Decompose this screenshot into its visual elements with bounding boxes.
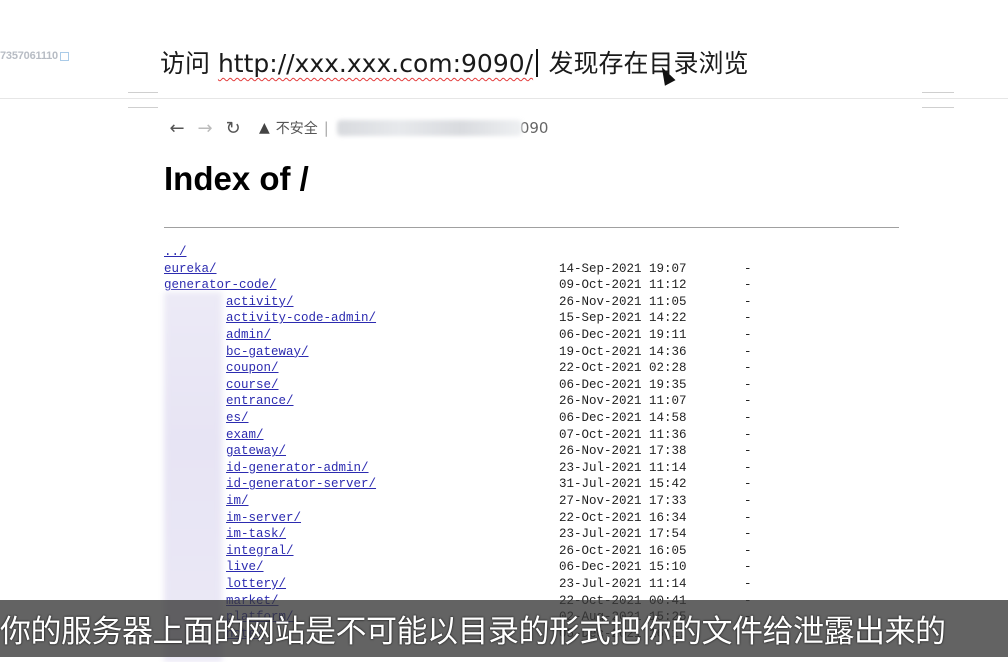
file-size: - (744, 361, 752, 376)
directory-link[interactable]: activity-code-admin/ (226, 310, 376, 326)
url-tail[interactable]: 090 (520, 119, 549, 137)
modified-date: 06-Dec-2021 14:58 (559, 411, 687, 425)
directory-link[interactable]: gateway/ (226, 443, 286, 459)
file-size: - (744, 377, 752, 392)
directory-link[interactable]: im-server/ (226, 510, 301, 526)
caption-suffix: 发现存在目录浏览 (540, 49, 749, 78)
modified-date: 23-Jul-2021 11:14 (559, 577, 687, 591)
directory-link[interactable]: exam/ (226, 427, 264, 443)
file-size: - (744, 560, 752, 575)
copy-icon (59, 52, 69, 61)
directory-link[interactable]: course/ (226, 377, 279, 393)
file-size: - (744, 527, 752, 542)
modified-date: 26-Nov-2021 11:05 (559, 294, 687, 309)
file-size: - (744, 460, 752, 475)
reload-icon[interactable]: ↻ (219, 118, 247, 139)
file-size: - (744, 344, 752, 359)
directory-link[interactable]: integral/ (226, 543, 294, 559)
watermark-id: 7357061110 (0, 50, 69, 62)
directory-link[interactable]: lottery/ (226, 576, 286, 592)
file-size: - (744, 543, 752, 558)
file-size: - (744, 477, 752, 492)
directory-link[interactable]: eureka/ (164, 261, 217, 277)
modified-date: 26-Nov-2021 17:38 (559, 444, 687, 459)
directory-link[interactable]: admin/ (226, 327, 271, 343)
directory-link[interactable]: ../ (164, 244, 187, 260)
modified-date: 19-Oct-2021 14:36 (559, 344, 687, 359)
warning-triangle-icon[interactable]: ▲ (259, 120, 270, 136)
modified-date: 22-Oct-2021 02:28 (559, 361, 687, 376)
modified-date: 06-Dec-2021 19:35 (559, 377, 687, 392)
file-size: - (744, 394, 752, 409)
modified-date: 22-Oct-2021 16:34 (559, 510, 687, 525)
subtitle-text: 你的服务器上面的网站是不可能以目录的形式把你的文件给泄露出来的 (0, 614, 946, 650)
file-size: - (744, 261, 752, 276)
file-size: - (744, 311, 752, 326)
modified-date: 09-Oct-2021 11:12 (559, 278, 687, 293)
caption-prefix: 访问 (160, 49, 218, 78)
modified-date: 26-Oct-2021 16:05 (559, 543, 687, 558)
modified-date: 07-Oct-2021 11:36 (559, 427, 687, 442)
separator-mark-left (128, 92, 158, 108)
browser-toolbar: ← → ↻ ▲ 不安全 | 090 (163, 114, 548, 142)
modified-date: 06-Dec-2021 19:11 (559, 328, 687, 342)
directory-link[interactable]: coupon/ (226, 360, 279, 376)
forward-arrow-icon[interactable]: → (191, 118, 219, 139)
directory-link[interactable]: im-task/ (226, 526, 286, 542)
url-redacted[interactable] (336, 120, 522, 136)
modified-date: 27-Nov-2021 17:33 (559, 494, 687, 508)
modified-date: 23-Jul-2021 17:54 (559, 527, 687, 542)
directory-link[interactable]: live/ (226, 559, 264, 575)
caption-url: http://xxx.xxx.com:9090/ (217, 49, 534, 78)
directory-link[interactable]: id-generator-admin/ (226, 460, 369, 476)
file-size: - (744, 411, 752, 425)
insecure-label[interactable]: 不安全 (276, 118, 318, 138)
directory-link[interactable]: activity/ (226, 294, 294, 310)
title-divider (164, 227, 899, 228)
directory-link[interactable]: es/ (226, 410, 249, 426)
text-cursor (536, 49, 538, 77)
directory-link[interactable]: im/ (226, 493, 249, 509)
directory-link[interactable]: generator-code/ (164, 277, 277, 293)
modified-date: 23-Jul-2021 11:14 (559, 460, 687, 475)
file-size: - (744, 577, 752, 591)
directory-link[interactable]: bc-gateway/ (226, 344, 309, 360)
modified-date: 15-Sep-2021 14:22 (559, 311, 687, 326)
directory-link[interactable]: id-generator-server/ (226, 476, 376, 492)
file-size: - (744, 494, 752, 508)
separator-mark-right (922, 92, 954, 108)
back-arrow-icon[interactable]: ← (163, 118, 191, 139)
page-title: Index of / (164, 160, 309, 197)
file-size: - (744, 510, 752, 525)
file-size: - (744, 427, 752, 442)
file-size: - (744, 444, 752, 459)
file-size: - (744, 328, 752, 342)
url-separator: | (323, 119, 329, 137)
modified-date: 14-Sep-2021 19:07 (559, 261, 687, 276)
directory-link[interactable]: entrance/ (226, 393, 294, 409)
modified-date: 26-Nov-2021 11:07 (559, 394, 687, 409)
file-size: - (744, 294, 752, 309)
file-size: - (744, 278, 752, 293)
modified-date: 31-Jul-2021 15:42 (559, 477, 687, 492)
modified-date: 06-Dec-2021 15:10 (559, 560, 687, 575)
